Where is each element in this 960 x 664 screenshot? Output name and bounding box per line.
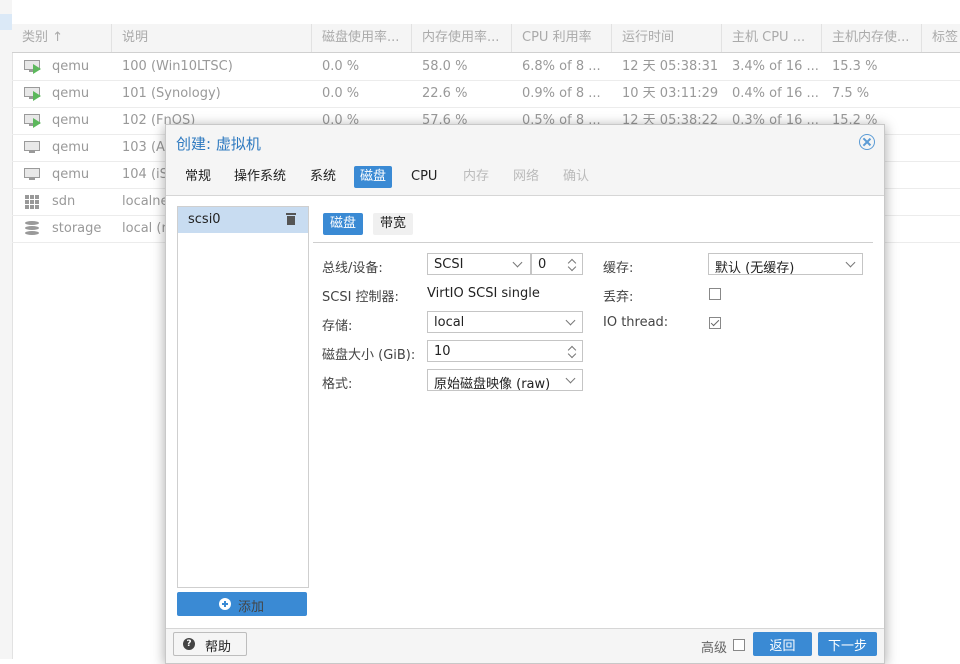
tree-selection: [0, 14, 12, 30]
cell-memory: 22.6 %: [422, 86, 468, 101]
discard-label: 丢弃:: [603, 290, 634, 305]
storage-db-icon: [25, 221, 39, 236]
disk-list-item[interactable]: scsi0: [178, 207, 308, 233]
tab-general[interactable]: 常规: [179, 166, 217, 188]
format-select[interactable]: 原始磁盘映像 (raw): [427, 369, 583, 392]
add-disk-button[interactable]: 添加: [177, 592, 307, 616]
tab-memory: 内存: [463, 169, 490, 184]
cell-host-cpu: 0.4% of 16 ...: [732, 86, 819, 101]
close-icon[interactable]: [859, 134, 875, 150]
cell-uptime: 12 天 05:38:31: [622, 59, 719, 74]
question-icon: ?: [183, 638, 195, 650]
cell-disk: 0.0 %: [322, 59, 360, 74]
chevron-down-icon: [565, 315, 576, 326]
cache-select[interactable]: 默认 (无缓存): [708, 253, 863, 276]
bus-device-label: 总线/设备:: [322, 261, 383, 276]
back-label: 返回: [769, 639, 796, 654]
cell-host-mem: 7.5 %: [832, 86, 870, 101]
chevron-down-icon: [565, 373, 576, 384]
chevron-down-icon: [512, 257, 523, 268]
storage-value: local: [434, 315, 465, 330]
wizard-tabs: 常规 操作系统 系统 磁盘 CPU 内存 网络 确认: [166, 162, 884, 192]
dialog-footer: ? 帮助 高级 返回 下一步: [166, 627, 884, 663]
col-uptime[interactable]: 运行时间: [612, 24, 722, 52]
next-button[interactable]: 下一步: [818, 632, 877, 656]
cell-description: 100 (Win10LTSC): [122, 59, 233, 74]
table-row[interactable]: qemu 100 (Win10LTSC) 0.0 % 58.0 % 6.8% of 8 …: [12, 53, 960, 81]
col-host-cpu[interactable]: 主机 CPU ...: [722, 24, 822, 52]
bus-value: SCSI: [434, 257, 464, 272]
add-disk-label: 添加: [238, 600, 265, 615]
device-index-value: 0: [538, 257, 547, 272]
plus-circle-icon: [219, 598, 231, 610]
col-mem-usage[interactable]: 内存使用率...: [412, 24, 512, 52]
col-cpu-usage[interactable]: CPU 利用率: [512, 24, 612, 52]
col-host-mem[interactable]: 主机内存使...: [822, 24, 922, 52]
format-value: 原始磁盘映像 (raw): [434, 377, 551, 392]
cell-cpu: 6.8% of 8 ...: [522, 59, 601, 74]
col-tags[interactable]: 标签: [922, 24, 960, 52]
tab-confirm: 确认: [563, 169, 590, 184]
cell-type: qemu: [52, 59, 90, 74]
next-label: 下一步: [827, 639, 867, 654]
inner-tab-disk[interactable]: 磁盘: [323, 213, 364, 235]
cell-memory: 58.0 %: [422, 59, 468, 74]
storage-label: 存储:: [322, 319, 353, 334]
grid-header: 类别 ↑ 说明 磁盘使用率... 内存使用率... CPU 利用率 运行时间 主…: [12, 24, 960, 53]
table-row[interactable]: qemu 101 (Synology) 0.0 % 22.6 % 0.9% of 8 .…: [12, 80, 960, 108]
discard-checkbox[interactable]: [709, 288, 721, 300]
cell-disk: 0.0 %: [322, 86, 360, 101]
tab-cpu[interactable]: CPU: [405, 166, 443, 188]
disk-size-value: 10: [434, 344, 451, 359]
inner-tab-bandwidth[interactable]: 带宽: [373, 213, 414, 235]
cell-type: qemu: [52, 167, 90, 182]
bus-select[interactable]: SCSI: [427, 253, 531, 275]
dialog-body: scsi0 添加 磁盘 带宽 总线/设备: SCSI 0 SCSI 控制器: V…: [166, 195, 884, 629]
cell-type: qemu: [52, 140, 90, 155]
cell-host-cpu: 3.4% of 16 ...: [732, 59, 819, 74]
cell-type: qemu: [52, 86, 90, 101]
help-label: 帮助: [205, 640, 232, 655]
col-type[interactable]: 类别 ↑: [12, 24, 112, 52]
disk-size-stepper[interactable]: 10: [427, 340, 583, 362]
scsi-controller-value: VirtIO SCSI single: [427, 286, 540, 301]
cell-type: storage: [52, 221, 102, 236]
sdn-grid-icon: [25, 195, 39, 209]
cell-uptime: 10 天 03:11:29: [622, 86, 719, 101]
trash-icon[interactable]: [286, 213, 296, 225]
scsi-controller-label: SCSI 控制器:: [322, 290, 399, 305]
storage-select[interactable]: local: [427, 311, 583, 333]
disk-inner-tabs: 磁盘 带宽: [313, 204, 873, 243]
dialog-title: 创建: 虚拟机: [176, 135, 261, 153]
advanced-label: 高级: [701, 641, 728, 656]
col-disk-usage[interactable]: 磁盘使用率...: [312, 24, 412, 52]
io-thread-label: IO thread:: [603, 315, 669, 330]
io-thread-checkbox[interactable]: [709, 317, 721, 329]
disk-size-label: 磁盘大小 (GiB):: [322, 348, 416, 363]
tab-disks[interactable]: 磁盘: [354, 166, 393, 188]
advanced-checkbox[interactable]: [733, 639, 745, 651]
cell-type: qemu: [52, 113, 90, 128]
cell-cpu: 0.9% of 8 ...: [522, 86, 601, 101]
tab-system[interactable]: 系统: [304, 166, 342, 188]
dialog-header[interactable]: 创建: 虚拟机: [166, 125, 884, 159]
cache-label: 缓存:: [603, 261, 634, 276]
device-index-stepper[interactable]: 0: [531, 253, 583, 275]
cache-value: 默认 (无缓存): [715, 261, 795, 276]
disk-list: scsi0: [177, 206, 309, 588]
grid-toolbar: [12, 0, 960, 25]
help-button[interactable]: ? 帮助: [173, 632, 247, 656]
format-label: 格式:: [322, 377, 353, 392]
create-vm-dialog: 创建: 虚拟机 常规 操作系统 系统 磁盘 CPU 内存 网络 确认 scsi0…: [165, 124, 885, 664]
tab-os[interactable]: 操作系统: [228, 166, 292, 188]
disk-item-label: scsi0: [188, 212, 221, 227]
cell-type: sdn: [52, 194, 76, 209]
cell-host-mem: 15.3 %: [832, 59, 878, 74]
col-description[interactable]: 说明: [112, 24, 312, 52]
cell-description: 101 (Synology): [122, 86, 221, 101]
chevron-down-icon: [845, 257, 856, 268]
back-button[interactable]: 返回: [753, 632, 812, 656]
tab-network: 网络: [513, 169, 540, 184]
